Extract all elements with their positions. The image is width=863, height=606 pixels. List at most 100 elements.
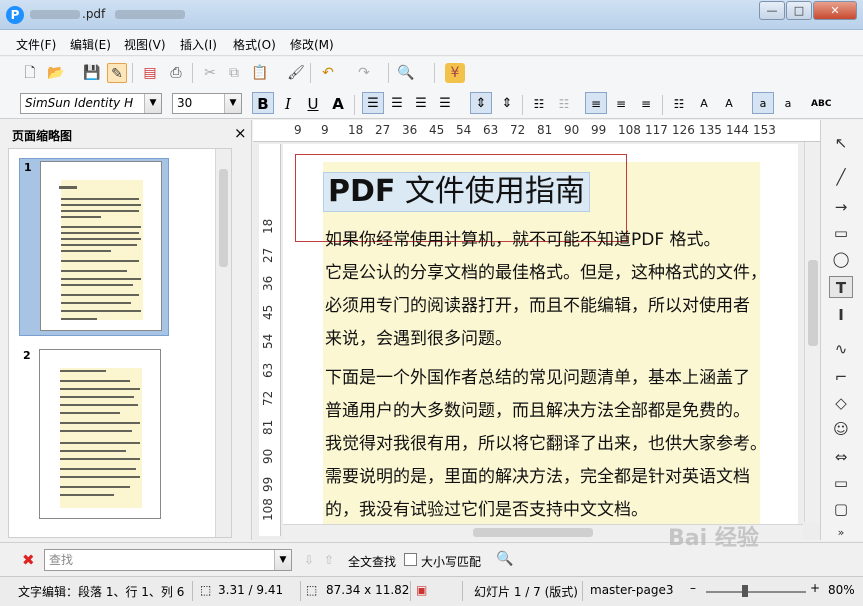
paragraph-icon[interactable]: ☷: [668, 92, 690, 114]
menu-file[interactable]: 文件(F): [16, 36, 56, 53]
menu-format[interactable]: 格式(O): [233, 36, 276, 53]
new-document-icon[interactable]: 🗋: [20, 63, 40, 83]
export-pdf-icon[interactable]: ▤: [140, 63, 160, 83]
find-replace-icon[interactable]: 🔍: [396, 63, 416, 83]
font-name-combo[interactable]: SimSun Identity H ▼: [20, 93, 162, 114]
select-pointer-icon[interactable]: ↖: [829, 132, 853, 154]
document-title[interactable]: PDF 文件使用指南: [323, 172, 590, 212]
align-right-icon[interactable]: ☰: [410, 92, 432, 114]
chevron-down-icon[interactable]: ▼: [274, 550, 291, 570]
open-folder-icon[interactable]: 📂: [46, 63, 66, 83]
italic-button[interactable]: I: [277, 92, 299, 114]
drawing-toolbar: ↖ ╱ → ▭ ◯ T I ∿ ⌐ ◇ ☺ ⇔ ▭ ▢ »: [820, 120, 863, 540]
justify-icon[interactable]: ☰: [434, 92, 456, 114]
line-spacing-1-icon[interactable]: ≡: [585, 92, 607, 114]
vertical-text-icon[interactable]: I: [829, 304, 853, 326]
cut-icon[interactable]: ✂: [200, 63, 220, 83]
find-next-icon[interactable]: ⇧: [324, 553, 334, 567]
align-middle-icon[interactable]: ⇕: [496, 92, 518, 114]
chevron-down-icon[interactable]: ▼: [224, 94, 241, 113]
connector-icon[interactable]: ⌐: [829, 366, 853, 388]
title-bar: P .pdf — □ ✕: [0, 0, 863, 30]
save-icon[interactable]: 💾: [82, 63, 102, 83]
curve-icon[interactable]: ∿: [829, 338, 853, 360]
paragraph-1[interactable]: 如果你经常使用计算机，就不可能不知道PDF 格式。 它是公认的分享文档的最佳格式。…: [325, 224, 765, 356]
zoom-slider-handle[interactable]: [742, 585, 748, 597]
document-vertical-scrollbar[interactable]: [804, 142, 820, 522]
zoom-level[interactable]: 80%: [828, 583, 855, 597]
rectangle-icon[interactable]: ▭: [829, 222, 853, 244]
menu-view[interactable]: 视图(V): [124, 36, 166, 53]
paste-icon[interactable]: 📋: [250, 63, 270, 83]
extension-icon[interactable]: ¥: [445, 63, 465, 83]
find-previous-icon[interactable]: ⇩: [304, 553, 314, 567]
ruler-tick-label: 117: [645, 123, 668, 137]
document-modified-icon[interactable]: ▣: [416, 583, 427, 597]
bold-button[interactable]: B: [252, 92, 274, 114]
bullets-icon[interactable]: ☷: [528, 92, 550, 114]
character-icon[interactable]: a: [752, 92, 774, 114]
symbol-shapes-icon[interactable]: ☺: [829, 418, 853, 440]
arrow-line-icon[interactable]: →: [829, 196, 853, 218]
panel-close-button[interactable]: ×: [234, 124, 247, 142]
minimize-button[interactable]: —: [759, 1, 785, 20]
paragraph-line: 需要说明的是，里面的解决方法，完全都是针对英语文档: [325, 467, 750, 487]
clone-format-icon[interactable]: 🖌: [286, 63, 306, 83]
print-icon[interactable]: ⎙: [166, 63, 186, 83]
copy-icon[interactable]: ⧉: [224, 63, 244, 83]
menu-insert[interactable]: 插入(I): [180, 36, 217, 53]
paragraph-2[interactable]: 下面是一个外国作者总结的常见问题清单，基本上涵盖了 普通用户的大多数问题，而且解决…: [325, 362, 765, 527]
thumbnail-line: [60, 370, 106, 372]
line-icon[interactable]: ╱: [829, 166, 853, 188]
align-top-icon[interactable]: ⇕: [470, 92, 492, 114]
document-page[interactable]: PDF 文件使用指南 如果你经常使用计算机，就不可能不知道PDF 格式。 它是公认…: [283, 144, 798, 540]
decrease-font-icon[interactable]: A: [718, 92, 740, 114]
callouts-icon[interactable]: ▢: [829, 498, 853, 520]
zoom-slider[interactable]: [706, 591, 806, 593]
zoom-out-button[interactable]: –: [690, 581, 696, 595]
scrollbar-thumb[interactable]: [219, 169, 228, 267]
undo-icon[interactable]: ↶: [318, 63, 338, 83]
chevron-down-icon[interactable]: ▼: [144, 94, 161, 113]
spellcheck-icon[interactable]: ABC: [810, 92, 832, 114]
close-button[interactable]: ✕: [813, 1, 857, 20]
shadow-button[interactable]: A: [327, 92, 349, 114]
ellipse-icon[interactable]: ◯: [829, 248, 853, 270]
block-arrows-icon[interactable]: ⇔: [829, 446, 853, 468]
find-all-button[interactable]: 全文查找: [348, 553, 396, 570]
increase-font-icon[interactable]: A: [693, 92, 715, 114]
align-left-icon[interactable]: ☰: [362, 92, 384, 114]
align-center-icon[interactable]: ☰: [386, 92, 408, 114]
numbering-icon[interactable]: ☷: [553, 92, 575, 114]
thumbnail-page-2[interactable]: 2: [19, 347, 169, 525]
ruler-tick-label: 27: [375, 123, 391, 137]
underline-button[interactable]: U: [302, 92, 324, 114]
zoom-in-button[interactable]: +: [810, 581, 820, 595]
thumbnail-list: 1 2: [8, 148, 232, 538]
flowchart-icon[interactable]: ▭: [829, 472, 853, 494]
thumbnail-line: [60, 430, 132, 432]
vertical-ruler: 18 27 36 45 54 63 72 81 90 99 108: [259, 144, 281, 536]
line-spacing-15-icon[interactable]: ≡: [610, 92, 632, 114]
edit-file-icon[interactable]: ✎: [107, 63, 127, 83]
maximize-button[interactable]: □: [786, 1, 812, 20]
basic-shapes-icon[interactable]: ◇: [829, 392, 853, 414]
match-case-checkbox[interactable]: [404, 553, 417, 566]
redo-icon[interactable]: ↷: [354, 63, 374, 83]
ruler-tick-label: 54: [261, 333, 275, 349]
menu-modify[interactable]: 修改(M): [290, 36, 334, 53]
close-find-icon[interactable]: ✖: [22, 551, 35, 569]
thumbnail-scrollbar[interactable]: [215, 149, 231, 537]
text-tool-icon[interactable]: T: [829, 276, 853, 298]
more-tools-icon[interactable]: »: [829, 522, 853, 544]
scrollbar-thumb[interactable]: [808, 260, 818, 346]
thumbnail-page-1[interactable]: 1: [19, 158, 169, 336]
menu-edit[interactable]: 编辑(E): [70, 36, 111, 53]
search-options-icon[interactable]: 🔍: [496, 551, 513, 567]
font-size-combo[interactable]: 30 ▼: [172, 93, 242, 114]
ruler-tick-label: 99: [591, 123, 607, 137]
find-input[interactable]: 查找 ▼: [44, 549, 292, 571]
paragraph-settings-icon[interactable]: a: [777, 92, 799, 114]
scrollbar-thumb[interactable]: [473, 528, 593, 537]
line-spacing-2-icon[interactable]: ≡: [635, 92, 657, 114]
